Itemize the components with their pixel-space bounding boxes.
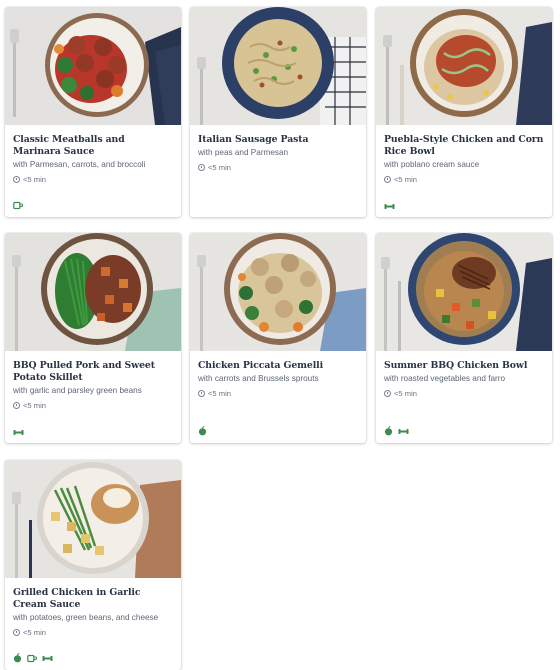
- recipe-tags: [13, 429, 24, 436]
- cook-time-label: <5 min: [208, 389, 232, 398]
- recipe-tags: [384, 426, 409, 436]
- cook-time: <5 min: [13, 628, 173, 637]
- cook-time-label: <5 min: [23, 175, 47, 184]
- dumbbell-icon: [42, 655, 53, 662]
- recipe-photo: [5, 460, 181, 578]
- cook-time-label: <5 min: [394, 389, 418, 398]
- recipe-subtitle: with roasted vegetables and farro: [384, 374, 506, 383]
- cook-time-label: <5 min: [23, 401, 47, 410]
- cook-time: <5 min: [198, 389, 358, 398]
- dumbbell-icon: [384, 203, 395, 210]
- apple-icon: [13, 653, 22, 663]
- recipe-card[interactable]: Puebla-Style Chicken and Corn Rice Bowl …: [376, 7, 552, 217]
- dumbbell-icon: [398, 428, 409, 435]
- recipe-tags: [384, 203, 395, 210]
- mug-icon: [13, 201, 23, 210]
- recipe-card[interactable]: BBQ Pulled Pork and Sweet Potato Skillet…: [5, 233, 181, 443]
- recipe-tags: [13, 653, 53, 663]
- cook-time: <5 min: [13, 401, 173, 410]
- recipe-title: Grilled Chicken in Garlic Cream Sauce: [13, 587, 141, 610]
- recipe-title: Summer BBQ Chicken Bowl: [384, 360, 528, 371]
- recipe-title: Chicken Piccata Gemelli: [198, 360, 324, 371]
- recipe-title: Puebla-Style Chicken and Corn Rice Bowl: [384, 134, 544, 157]
- recipe-photo: [376, 233, 552, 351]
- recipe-title: Classic Meatballs and Marinara Sauce: [13, 134, 125, 157]
- recipe-subtitle: with Parmesan, carrots, and broccoli: [13, 160, 146, 169]
- clock-icon: [198, 390, 205, 397]
- recipe-subtitle: with potatoes, green beans, and cheese: [13, 613, 159, 622]
- clock-icon: [198, 164, 205, 171]
- recipe-subtitle: with peas and Parmesan: [198, 148, 289, 157]
- recipe-title: Italian Sausage Pasta: [198, 134, 309, 145]
- recipe-card[interactable]: Chicken Piccata Gemelli with carrots and…: [190, 233, 366, 443]
- recipe-photo: [376, 7, 552, 125]
- cook-time-label: <5 min: [208, 163, 232, 172]
- recipe-photo: [190, 233, 366, 351]
- recipe-subtitle: with garlic and parsley green beans: [13, 386, 142, 395]
- recipe-subtitle: with carrots and Brussels sprouts: [198, 374, 319, 383]
- cook-time-label: <5 min: [23, 628, 47, 637]
- dumbbell-icon: [13, 429, 24, 436]
- recipe-title: BBQ Pulled Pork and Sweet Potato Skillet: [13, 360, 155, 383]
- recipe-grid: Classic Meatballs and Marinara Sauce wit…: [0, 0, 560, 670]
- recipe-photo: [5, 7, 181, 125]
- recipe-tags: [13, 201, 23, 210]
- recipe-card[interactable]: Summer BBQ Chicken Bowl with roasted veg…: [376, 233, 552, 443]
- cook-time: <5 min: [384, 175, 544, 184]
- apple-icon: [198, 426, 207, 436]
- cook-time: <5 min: [198, 163, 358, 172]
- recipe-photo: [5, 233, 181, 351]
- clock-icon: [384, 390, 391, 397]
- clock-icon: [384, 176, 391, 183]
- cook-time-label: <5 min: [394, 175, 418, 184]
- recipe-subtitle: with poblano cream sauce: [384, 160, 480, 169]
- recipe-tags: [198, 426, 207, 436]
- recipe-photo: [190, 7, 366, 125]
- clock-icon: [13, 629, 20, 636]
- cook-time: <5 min: [13, 175, 173, 184]
- recipe-card[interactable]: Grilled Chicken in Garlic Cream Sauce wi…: [5, 460, 181, 670]
- mug-icon: [27, 654, 37, 663]
- clock-icon: [13, 176, 20, 183]
- recipe-card[interactable]: Italian Sausage Pasta with peas and Parm…: [190, 7, 366, 217]
- recipe-card[interactable]: Classic Meatballs and Marinara Sauce wit…: [5, 7, 181, 217]
- cook-time: <5 min: [384, 389, 544, 398]
- clock-icon: [13, 402, 20, 409]
- apple-icon: [384, 426, 393, 436]
